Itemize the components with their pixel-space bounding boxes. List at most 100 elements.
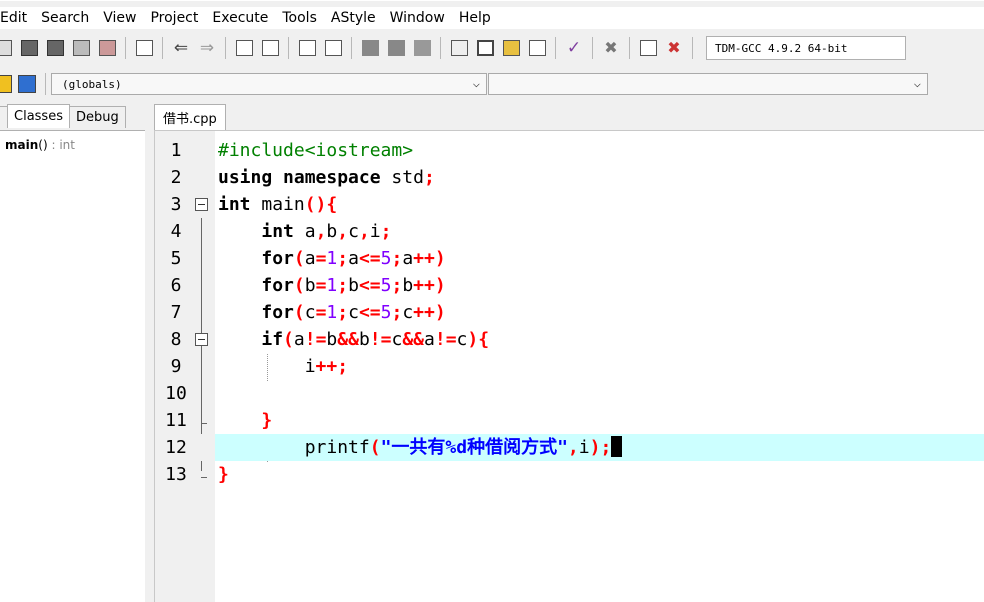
print-button[interactable]: [133, 37, 155, 59]
print-icon: [135, 40, 153, 56]
title-bar: [0, 0, 984, 1]
menu-edit[interactable]: Edit: [0, 10, 34, 26]
code-line: 5 for(a=1;a<=5;a++): [155, 245, 984, 272]
compile-button[interactable]: [448, 37, 470, 59]
rebuild-button[interactable]: [526, 37, 548, 59]
save-button[interactable]: [44, 37, 66, 59]
save-icon: [46, 40, 64, 56]
replace-button[interactable]: [259, 37, 281, 59]
code-line: 8 if(a!=b&&b!=c&&a!=c){: [155, 326, 984, 353]
tree-item-main[interactable]: main() : int: [5, 138, 75, 152]
chevron-down-icon: ⌵: [913, 76, 921, 90]
redo-button[interactable]: ⇒: [196, 37, 218, 59]
menu-search[interactable]: Search: [34, 10, 96, 26]
toolbar-separator: [440, 37, 441, 59]
left-panel-tabs: Classes Debug: [0, 104, 126, 130]
code-line: 1 #include<iostream>: [155, 137, 984, 164]
goto-line-icon: [324, 40, 342, 56]
bookmark-toggle-button[interactable]: [411, 37, 433, 59]
menu-help[interactable]: Help: [452, 10, 498, 26]
code-text: i++;: [218, 356, 349, 377]
new-file-icon: [0, 40, 12, 56]
code-editor[interactable]: 1 #include<iostream> 2 using namespace s…: [154, 130, 984, 602]
chart-icon: [639, 40, 657, 56]
toolbar-separator: [288, 37, 289, 59]
compiler-select[interactable]: TDM-GCC 4.9.2 64-bit: [706, 36, 906, 60]
code-text: if(a!=b&&b!=c&&a!=c){: [261, 329, 490, 350]
tab-file[interactable]: 借书.cpp: [154, 104, 226, 130]
tab-debug[interactable]: Debug: [68, 106, 126, 128]
toolbar-separator: [351, 37, 352, 59]
open-button[interactable]: [18, 37, 40, 59]
indent-button[interactable]: [296, 37, 318, 59]
undo-icon: ⇐: [173, 38, 189, 58]
close-file-button[interactable]: [96, 37, 118, 59]
code-text: for(c=1;c<=5;c++): [261, 302, 446, 323]
menu-bar: Edit Search View Project Execute Tools A…: [0, 7, 984, 29]
scope-toolbar: (globals) ⌵ ⌵: [0, 68, 984, 100]
toolbar-separator: [125, 37, 126, 59]
menu-window[interactable]: Window: [383, 10, 452, 26]
toggle-comment-icon[interactable]: [18, 75, 36, 93]
code-line: 9 i++;: [155, 353, 984, 380]
stop-icon: ✖: [602, 38, 620, 57]
save-all-button[interactable]: [70, 37, 92, 59]
line-number: 12: [155, 434, 215, 461]
menu-execute[interactable]: Execute: [205, 10, 275, 26]
member-select[interactable]: ⌵: [488, 73, 928, 95]
main-toolbar: ⇐ ⇒ ✓ ✖ ✖ TDM-GCC 4.9.2 64-bit: [0, 30, 984, 66]
tab-classes[interactable]: Classes: [7, 104, 70, 128]
line-number: 9: [170, 356, 182, 377]
indent-icon: [298, 40, 316, 56]
fold-toggle-icon[interactable]: [195, 333, 208, 346]
tree-item-name: main: [5, 138, 39, 152]
stop-button[interactable]: ✖: [600, 37, 622, 59]
bug-icon: ✖: [665, 38, 683, 57]
toolbar-separator: [555, 37, 556, 59]
toolbar-separator: [592, 37, 593, 59]
code-text: #include<iostream>: [218, 140, 414, 161]
line-number: 10: [165, 383, 187, 404]
text-caret: [611, 436, 623, 457]
redo-icon: ⇒: [199, 38, 215, 58]
run-button[interactable]: [474, 37, 496, 59]
bookmark-prev-button[interactable]: [359, 37, 381, 59]
chart-button[interactable]: [637, 37, 659, 59]
line-number: 5: [170, 248, 182, 269]
scope-select[interactable]: (globals) ⌵: [51, 73, 487, 95]
code-line: 11 }: [155, 407, 984, 434]
splitter[interactable]: [145, 100, 154, 602]
profile-button[interactable]: ✖: [663, 37, 685, 59]
new-file-button[interactable]: [0, 37, 14, 59]
code-line: 4 int a,b,c,i;: [155, 218, 984, 245]
toolbar-separator: [162, 37, 163, 59]
menu-view[interactable]: View: [96, 10, 143, 26]
menu-astyle[interactable]: AStyle: [324, 10, 383, 26]
code-line: 13 }: [155, 461, 984, 488]
find-icon: [235, 40, 253, 56]
code-line: 10: [155, 380, 984, 407]
line-number: 4: [170, 221, 182, 242]
code-line: 6 for(b=1;b<=5;b++): [155, 272, 984, 299]
line-number: 13: [165, 464, 187, 485]
menu-project[interactable]: Project: [143, 10, 205, 26]
code-text: int main(){: [218, 194, 338, 215]
find-button[interactable]: [233, 37, 255, 59]
compile-run-button[interactable]: [500, 37, 522, 59]
undo-button[interactable]: ⇐: [170, 37, 192, 59]
chevron-down-icon: ⌵: [472, 76, 480, 90]
fold-toggle-icon[interactable]: [195, 198, 208, 211]
code-text: using namespace std;: [218, 167, 435, 188]
menu-tools[interactable]: Tools: [275, 10, 324, 26]
replace-icon: [261, 40, 279, 56]
tree-item-return-type: : int: [51, 138, 75, 152]
code-text: for(b=1;b<=5;b++): [261, 275, 446, 296]
bookmark-next-button[interactable]: [385, 37, 407, 59]
line-number: 3: [170, 194, 182, 215]
line-number: 7: [170, 302, 182, 323]
line-number: 11: [165, 410, 187, 431]
syntax-check-button[interactable]: ✓: [563, 37, 585, 59]
insert-icon[interactable]: [0, 75, 12, 93]
goto-line-button[interactable]: [322, 37, 344, 59]
toolbar-separator: [225, 37, 226, 59]
